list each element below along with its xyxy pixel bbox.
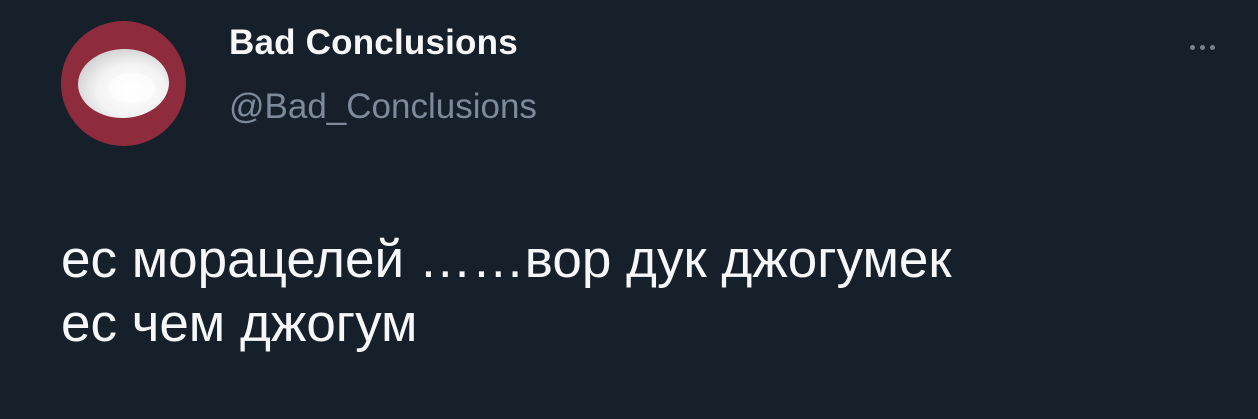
tweet-text: ес морацелей ……вор дук джогумек ес чем д… bbox=[61, 228, 1211, 356]
more-options-icon bbox=[1209, 44, 1215, 50]
tweet-card: Bad Conclusions @Bad_Conclusions ес мора… bbox=[0, 0, 1258, 419]
more-options-button[interactable] bbox=[1180, 35, 1224, 59]
author-handle[interactable]: @Bad_Conclusions bbox=[229, 89, 537, 124]
more-options-icon bbox=[1199, 44, 1205, 50]
more-options-icon bbox=[1189, 44, 1195, 50]
tweet-text-line: ес чем джогум bbox=[61, 294, 418, 353]
avatar[interactable] bbox=[61, 21, 186, 146]
tweet-text-line: ес морацелей ……вор дук джогумек bbox=[61, 230, 952, 289]
white-oval-avatar-icon bbox=[78, 48, 169, 119]
author-display-name[interactable]: Bad Conclusions bbox=[229, 25, 518, 60]
